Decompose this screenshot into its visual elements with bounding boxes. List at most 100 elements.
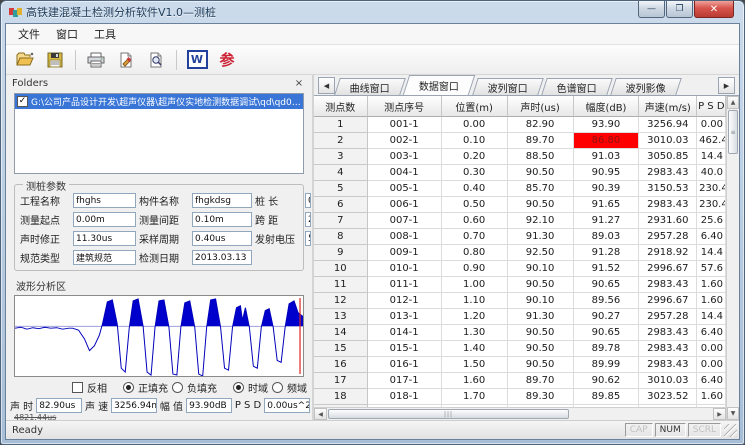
horizontal-scroll-thumb[interactable]: |||: [328, 409, 569, 419]
menu-item[interactable]: 窗口: [48, 24, 86, 44]
column-header[interactable]: 声速(m/s): [639, 96, 697, 117]
open-button[interactable]: [12, 47, 38, 72]
folder-list[interactable]: ✓G:\公司产品设计开发\超声仪器\超声仪实地检测数据调试\qd\qd03\qd…: [14, 93, 304, 175]
scroll-left-icon[interactable]: ◀: [314, 408, 327, 420]
table-row[interactable]: 1001-10.0082.9093.903256.940.00: [314, 117, 726, 133]
minimize-button[interactable]: —: [638, 1, 665, 18]
folder-item[interactable]: ✓G:\公司产品设计开发\超声仪器\超声仪实地检测数据调试\qd\qd03\qd…: [15, 94, 303, 109]
pile-params-title: 测桩参数: [23, 178, 69, 193]
folder-checkbox[interactable]: ✓: [17, 96, 28, 107]
indicator-num: NUM: [655, 423, 686, 437]
table-row[interactable]: 11011-11.0090.5090.652983.431.60: [314, 277, 726, 293]
folders-close-icon[interactable]: ×: [292, 78, 306, 89]
param-field[interactable]: 11.30us: [73, 231, 136, 246]
table-row[interactable]: 10010-10.9090.1091.522996.6757.6: [314, 261, 726, 277]
toolbar-separator: [75, 50, 76, 70]
param-field[interactable]: 0.10m: [192, 212, 252, 227]
table-row[interactable]: 13013-11.2091.3090.272957.2814.4: [314, 309, 726, 325]
data-table[interactable]: 测点数测点序号位置(m)声时(us)幅度(dB)声速(m/s)P S D(us …: [314, 96, 726, 420]
readout-field[interactable]: 82.90us: [36, 398, 82, 413]
column-header[interactable]: 声时(us): [508, 96, 574, 117]
table-row[interactable]: 2002-10.1089.7086.803010.03462.4: [314, 133, 726, 149]
parameters-button[interactable]: 参: [214, 47, 240, 72]
print-button[interactable]: [83, 47, 109, 72]
freq-domain-radio[interactable]: [272, 382, 283, 393]
table-row[interactable]: 5005-10.4085.7090.393150.53230.4: [314, 181, 726, 197]
column-header[interactable]: 测点数: [314, 96, 368, 117]
toolbar: W 参: [6, 45, 739, 75]
table-row[interactable]: 17017-11.6089.7090.623010.036.40: [314, 373, 726, 389]
param-label: 规范类型: [20, 250, 70, 265]
param-field[interactable]: 0.00m: [73, 212, 136, 227]
tab[interactable]: 波列窗口: [472, 78, 544, 95]
vertical-scrollbar[interactable]: ▲ ≡ ▼: [726, 96, 739, 420]
param-field[interactable]: fhghs: [73, 193, 136, 208]
vertical-scroll-thumb[interactable]: ≡: [728, 110, 738, 154]
fill-negative-radio[interactable]: [172, 382, 183, 393]
table-row[interactable]: 18018-11.7089.3089.853023.521.60: [314, 389, 726, 405]
scroll-down-icon[interactable]: ▼: [727, 407, 739, 420]
param-field[interactable]: 270mm: [305, 212, 311, 227]
table-row[interactable]: 12012-11.1090.1089.562996.671.60: [314, 293, 726, 309]
param-field[interactable]: 500V: [305, 231, 311, 246]
table-row[interactable]: 8008-10.7091.3089.032957.286.40: [314, 229, 726, 245]
table-header-row[interactable]: 测点数测点序号位置(m)声时(us)幅度(dB)声速(m/s)P S D(us: [314, 96, 726, 117]
param-field[interactable]: 0.40us: [192, 231, 252, 246]
save-button[interactable]: [42, 47, 68, 72]
param-label: 跨 距: [255, 212, 302, 227]
param-label: 声时修正: [20, 231, 70, 246]
fill-positive-radio[interactable]: [123, 382, 134, 393]
table-row[interactable]: 4004-10.3090.5090.952983.4340.0: [314, 165, 726, 181]
column-header[interactable]: 幅度(dB): [574, 96, 640, 117]
maximize-button[interactable]: ❐: [666, 1, 693, 18]
param-label: 采样周期: [139, 231, 189, 246]
tab-scroll-right-icon[interactable]: ▶: [718, 77, 735, 94]
pile-params-group: 测桩参数 工程名称fhghs构件名称fhgkdsg桩 长0.00m测量起点0.0…: [14, 184, 304, 271]
preview-button[interactable]: [143, 47, 169, 72]
readout-label: 声 速: [85, 398, 108, 413]
invert-checkbox[interactable]: [72, 382, 83, 393]
scroll-up-icon[interactable]: ▲: [727, 96, 739, 109]
param-field[interactable]: 2013.03.13: [192, 250, 252, 265]
column-header[interactable]: P S D(us: [697, 96, 726, 117]
folders-header: Folders ×: [6, 75, 312, 92]
resize-grip[interactable]: [724, 424, 737, 437]
invert-label: 反相: [87, 380, 107, 395]
param-field[interactable]: 0.00m: [305, 193, 311, 208]
menu-item[interactable]: 文件: [10, 24, 48, 44]
word-report-button[interactable]: W: [184, 47, 210, 72]
tab[interactable]: 数据窗口: [403, 75, 475, 95]
readout-field[interactable]: 3256.94m/s: [111, 398, 157, 413]
toolbar-separator: [176, 50, 177, 70]
table-row[interactable]: 9009-10.8092.5091.282918.9214.4: [314, 245, 726, 261]
print-preview-icon: [148, 52, 164, 68]
column-header[interactable]: 测点序号: [368, 96, 442, 117]
table-row[interactable]: 3003-10.2088.5091.033050.8514.4: [314, 149, 726, 165]
table-row[interactable]: 6006-10.5090.5091.652983.43230.4: [314, 197, 726, 213]
tab[interactable]: 波列影像: [610, 78, 682, 95]
readout-field[interactable]: 93.90dB: [186, 398, 232, 413]
table-row[interactable]: 16016-11.5090.5089.992983.430.00: [314, 357, 726, 373]
table-row[interactable]: 7007-10.6092.1091.272931.6025.6: [314, 213, 726, 229]
time-domain-radio[interactable]: [233, 382, 244, 393]
menu-item[interactable]: 工具: [86, 24, 124, 44]
horizontal-scrollbar[interactable]: ◀ ||| ▶: [314, 407, 726, 420]
title-bar[interactable]: 高铁建混凝土检测分析软件V1.0—测桩 — ❐ ✕: [1, 1, 744, 23]
column-header[interactable]: 位置(m): [442, 96, 508, 117]
param-field[interactable]: fhgkdsg: [192, 193, 252, 208]
app-frame: 文件窗口工具: [5, 23, 740, 440]
param-field[interactable]: 建筑规范: [73, 250, 136, 265]
parameters-icon: 参: [219, 49, 234, 70]
word-icon: W: [187, 50, 208, 69]
scroll-right-icon[interactable]: ▶: [713, 408, 726, 420]
export-button[interactable]: [113, 47, 139, 72]
readout-field[interactable]: 0.00us^2/m: [264, 398, 310, 413]
tab[interactable]: 曲线窗口: [334, 78, 406, 95]
waveform-canvas[interactable]: [14, 295, 304, 377]
table-row[interactable]: 14014-11.3090.5090.652983.436.40: [314, 325, 726, 341]
table-row[interactable]: 15015-11.4090.5089.782983.430.00: [314, 341, 726, 357]
close-button[interactable]: ✕: [694, 1, 734, 18]
tab[interactable]: 色谱窗口: [541, 78, 613, 95]
folders-title: Folders: [12, 78, 48, 89]
tab-scroll-left-icon[interactable]: ◀: [318, 77, 335, 94]
